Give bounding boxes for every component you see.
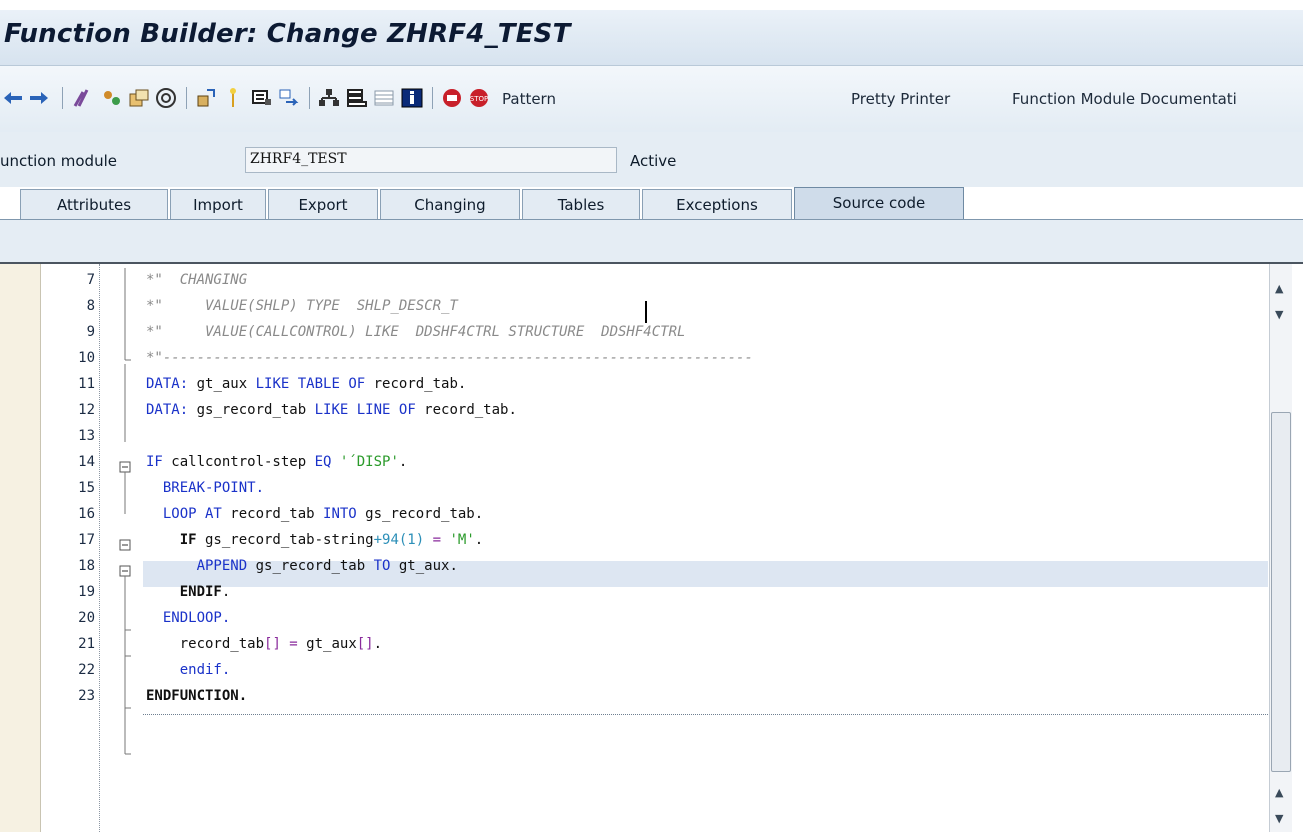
window-title: Function Builder: Change ZHRF4_TEST [4, 19, 571, 49]
function-module-header: unction module ZHRF4_TEST Active [0, 132, 1303, 187]
line-number: 10 [78, 350, 95, 366]
text-cursor [645, 301, 647, 323]
code-line-14: IF callcontrol-step EQ '´DISP'. [146, 454, 408, 470]
stop-icon[interactable]: STOP [467, 86, 491, 110]
line-number: 15 [78, 480, 95, 496]
line-number: 9 [86, 324, 95, 340]
line-number: 19 [78, 584, 95, 600]
hierarchy-icon[interactable] [317, 86, 341, 110]
breakpoint-icon[interactable] [440, 86, 464, 110]
scroll-down-icon[interactable]: ▼ [1275, 812, 1283, 825]
line-number: 21 [78, 636, 95, 652]
keyword: DATA: [146, 402, 189, 418]
tab-source-code[interactable]: Source code [794, 187, 964, 220]
frames-icon[interactable] [372, 86, 396, 110]
line-number: 7 [86, 272, 95, 288]
tab-attributes[interactable]: Attributes [20, 189, 168, 219]
tab-exceptions[interactable]: Exceptions [642, 189, 792, 219]
tab-strip: Attributes Import Export Changing Tables… [0, 185, 1303, 220]
activate-icon[interactable] [127, 86, 151, 110]
tab-tables[interactable]: Tables [522, 189, 640, 219]
test-icon[interactable] [154, 86, 178, 110]
code-line-19: ENDIF. [179, 584, 231, 600]
line-number: 12 [78, 402, 95, 418]
navigation-icon[interactable] [277, 86, 301, 110]
application-toolbar: STOP Pattern Pretty Printer Function Mod… [0, 66, 1303, 132]
line-number: 14 [78, 454, 95, 470]
scroll-up-icon[interactable]: ▲ [1275, 282, 1283, 295]
code-line-7: *" CHANGING [146, 272, 248, 288]
vertical-scrollbar[interactable]: ▲ ▼ ▲ ▼ [1269, 264, 1292, 832]
code-line-16: LOOP AT record_tab INTO gs_record_tab. [146, 506, 484, 522]
line-number: 18 [78, 558, 95, 574]
line-number: 22 [78, 662, 95, 678]
display-object-list-icon[interactable] [250, 86, 274, 110]
title-bar: Function Builder: Change ZHRF4_TEST [0, 10, 1303, 66]
code-line-10: *"--------------------------------------… [146, 350, 753, 366]
line-number: 8 [86, 298, 95, 314]
tab-import[interactable]: Import [170, 189, 266, 219]
toolbar-separator [309, 87, 310, 109]
line-number: 11 [78, 376, 95, 392]
pattern-button[interactable]: Pattern [502, 90, 556, 108]
tab-export[interactable]: Export [268, 189, 378, 219]
keyword: DATA: [146, 376, 189, 392]
line-number: 16 [78, 506, 95, 522]
line-number: 17 [78, 532, 95, 548]
info-icon[interactable] [400, 86, 424, 110]
status-text: Active [630, 152, 677, 170]
fold-markers [119, 268, 131, 755]
code-line-17: IF gs_record_tab-string+94(1) = 'M'. [179, 532, 484, 548]
function-module-field[interactable]: ZHRF4_TEST [245, 147, 617, 173]
toolbar-separator [186, 87, 187, 109]
line-number: 23 [78, 688, 95, 704]
toolbar-separator [62, 87, 63, 109]
code-line-11: DATA: gt_aux LIKE TABLE OF record_tab. [146, 376, 467, 392]
code-line-9: *" VALUE(CALLCONTROL) LIKE DDSHF4CTRL ST… [146, 324, 686, 340]
back-arrow-icon[interactable] [2, 86, 24, 110]
tab-body [0, 220, 1303, 262]
svg-text:STOP: STOP [470, 95, 488, 103]
scroll-up-icon[interactable]: ▲ [1275, 786, 1283, 799]
code-line-22: endif. [146, 662, 231, 678]
line-number: 20 [78, 610, 95, 626]
code-line-20: ENDLOOP. [146, 610, 231, 626]
insert-icon[interactable] [222, 86, 244, 110]
line-number-column: 7 8 9 10 11 12 13 14 15 16 17 18 19 20 2… [40, 264, 100, 832]
display-change-icon[interactable] [100, 86, 124, 110]
code-line-18: APPEND gs_record_tab TO gt_aux. [146, 558, 458, 574]
code-line-8: *" VALUE(SHLP) TYPE SHLP_DESCR_T [146, 298, 458, 314]
toolbar-separator [432, 87, 433, 109]
scroll-down-icon[interactable]: ▼ [1275, 308, 1283, 321]
code-line-15: BREAK-POINT. [146, 480, 265, 496]
code-line-23: ENDFUNCTION. [146, 688, 248, 704]
code-line-21: record_tab[] = gt_aux[]. [146, 636, 383, 652]
function-module-label: unction module [0, 152, 117, 170]
pretty-printer-button[interactable]: Pretty Printer [851, 90, 950, 108]
code-line-12: DATA: gs_record_tab LIKE LINE OF record_… [146, 402, 517, 418]
where-used-icon[interactable] [194, 86, 218, 110]
end-of-code-line [143, 714, 1268, 715]
breakpoint-gutter[interactable] [0, 264, 41, 832]
source-code-editor[interactable]: 7 8 9 10 11 12 13 14 15 16 17 18 19 20 2… [0, 262, 1303, 832]
tab-changing[interactable]: Changing [380, 189, 520, 219]
check-syntax-icon[interactable] [72, 86, 96, 110]
forward-arrow-icon[interactable] [28, 86, 50, 110]
object-list-icon[interactable] [345, 86, 369, 110]
line-number: 13 [78, 428, 95, 444]
scrollbar-thumb[interactable] [1271, 412, 1291, 772]
function-module-documentation-button[interactable]: Function Module Documentati [1012, 90, 1237, 108]
